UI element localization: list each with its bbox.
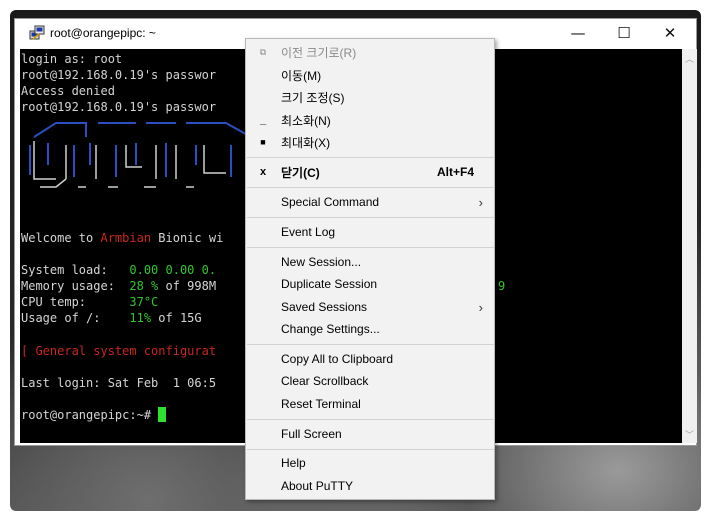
welcome-prefix: Welcome to xyxy=(21,231,101,245)
maximize-icon: ■ xyxy=(260,137,266,147)
menu-separator xyxy=(247,419,494,420)
menu-item-restore-label: 이전 크기로(R) xyxy=(281,45,357,60)
menu-separator xyxy=(247,344,494,345)
menu-item-reset-terminal-label: Reset Terminal xyxy=(281,397,361,411)
welcome-suffix: Bionic wi xyxy=(151,231,224,245)
menu-item-full-screen-label: Full Screen xyxy=(281,427,342,441)
maximize-button[interactable]: ☐ xyxy=(601,19,647,47)
menu-item-close-shortcut: Alt+F4 xyxy=(436,165,474,179)
menu-item-close[interactable]: x 닫기(C) Alt+F4 xyxy=(246,161,494,183)
memory-usage-tail: 9 xyxy=(498,279,506,293)
menu-item-move-label: 이동(M) xyxy=(281,68,322,83)
menu-item-maximize-label: 최대화(X) xyxy=(281,135,331,150)
menu-separator xyxy=(247,187,494,188)
terminal-cursor xyxy=(158,407,167,422)
menu-item-change-settings[interactable]: Change Settings... xyxy=(246,318,494,340)
window-title: root@orangepipc: ~ xyxy=(50,26,156,40)
close-icon: ✕ xyxy=(663,24,677,42)
system-load-line: System load: 0.00 0.00 0. xyxy=(21,262,216,279)
scroll-up-icon[interactable]: ︿ xyxy=(682,51,697,65)
close-icon: x xyxy=(259,166,267,178)
menu-item-event-log-label: Event Log xyxy=(281,225,336,239)
menu-item-restore[interactable]: ⧉ 이전 크기로(R) xyxy=(246,41,494,63)
config-line: [ General system configurat xyxy=(21,344,217,358)
disk-usage-value: 11% xyxy=(129,311,152,325)
menu-item-new-session-label: New Session... xyxy=(281,255,362,269)
putty-icon[interactable] xyxy=(29,25,45,41)
prompt-line: root@orangepipc:~# xyxy=(21,407,167,424)
menu-item-reset-terminal[interactable]: Reset Terminal xyxy=(246,393,494,415)
menu-item-new-session[interactable]: New Session... xyxy=(246,251,494,273)
menu-item-size[interactable]: 크기 조정(S) xyxy=(246,86,494,108)
cpu-temp-value: 37°C xyxy=(129,295,159,309)
disk-usage-line: Usage of /: 11% of 15G xyxy=(21,310,202,327)
menu-separator xyxy=(247,449,494,450)
memory-usage-value: 28 % xyxy=(129,279,159,293)
terminal-line: root@192.168.0.19's passwor xyxy=(21,68,217,82)
menu-item-event-log[interactable]: Event Log xyxy=(246,221,494,243)
menu-item-copy-all[interactable]: Copy All to Clipboard xyxy=(246,348,494,370)
armbian-logo-art xyxy=(29,122,252,188)
system-context-menu: ⧉ 이전 크기로(R) 이동(M) 크기 조정(S) _ 최소화(N) ■ 최대… xyxy=(245,38,495,500)
cpu-temp-label: CPU temp: xyxy=(21,295,130,309)
menu-item-duplicate-session[interactable]: Duplicate Session xyxy=(246,273,494,295)
menu-item-clear-scrollback[interactable]: Clear Scrollback xyxy=(246,370,494,392)
disk-usage-rest: of 15G xyxy=(151,311,202,325)
menu-item-clear-scrollback-label: Clear Scrollback xyxy=(281,374,369,388)
minimize-icon: — xyxy=(570,24,586,42)
menu-separator xyxy=(247,157,494,158)
maximize-icon: ☐ xyxy=(617,24,631,42)
menu-separator xyxy=(247,247,494,248)
memory-usage-line: Memory usage: 28 % of 998M xyxy=(21,278,216,295)
system-load-value: 0.00 0.00 0. xyxy=(129,263,217,277)
prompt-text: root@orangepipc:~# xyxy=(21,408,159,422)
welcome-line: Welcome to Armbian Bionic wi xyxy=(21,230,223,247)
vertical-scrollbar[interactable]: ︿ ﹀ xyxy=(682,49,697,443)
menu-item-about-label: About PuTTY xyxy=(281,479,354,493)
chevron-right-icon: › xyxy=(478,299,483,315)
last-login-line: Last login: Sat Feb 1 06:5 xyxy=(21,376,217,390)
memory-usage-rest: of 998M xyxy=(158,279,217,293)
scroll-down-icon[interactable]: ﹀ xyxy=(682,427,697,441)
terminal-line: root@192.168.0.19's passwor xyxy=(21,100,217,114)
menu-item-duplicate-session-label: Duplicate Session xyxy=(281,277,378,291)
terminal-line: login as: root xyxy=(21,52,123,66)
chevron-right-icon: › xyxy=(478,194,483,210)
cpu-temp-line: CPU temp: 37°C xyxy=(21,294,158,311)
menu-item-copy-all-label: Copy All to Clipboard xyxy=(281,352,394,366)
menu-item-about[interactable]: About PuTTY xyxy=(246,475,494,497)
menu-item-help-label: Help xyxy=(281,456,306,470)
menu-item-help[interactable]: Help xyxy=(246,452,494,474)
welcome-brand: Armbian xyxy=(100,231,152,245)
minimize-button[interactable]: — xyxy=(555,19,601,47)
menu-item-change-settings-label: Change Settings... xyxy=(281,322,380,336)
menu-item-special-command-label: Special Command xyxy=(281,195,380,209)
close-button[interactable]: ✕ xyxy=(647,19,693,47)
memory-usage-label: Memory usage: xyxy=(21,279,130,293)
menu-item-minimize[interactable]: _ 최소화(N) xyxy=(246,109,494,131)
menu-item-saved-sessions[interactable]: Saved Sessions › xyxy=(246,296,494,318)
menu-separator xyxy=(247,217,494,218)
menu-item-size-label: 크기 조정(S) xyxy=(281,90,345,105)
restore-icon: ⧉ xyxy=(259,46,267,57)
menu-item-special-command[interactable]: Special Command › xyxy=(246,191,494,213)
terminal-line: Access denied xyxy=(21,84,115,98)
minimize-icon: _ xyxy=(259,114,267,126)
menu-item-maximize[interactable]: ■ 최대화(X) xyxy=(246,131,494,153)
disk-usage-label: Usage of /: xyxy=(21,311,130,325)
menu-item-close-label: 닫기(C) xyxy=(281,165,320,180)
system-load-label: System load: xyxy=(21,263,130,277)
menu-item-saved-sessions-label: Saved Sessions xyxy=(281,300,368,314)
menu-item-minimize-label: 최소화(N) xyxy=(281,113,331,128)
menu-item-move[interactable]: 이동(M) xyxy=(246,64,494,86)
menu-item-full-screen[interactable]: Full Screen xyxy=(246,423,494,445)
